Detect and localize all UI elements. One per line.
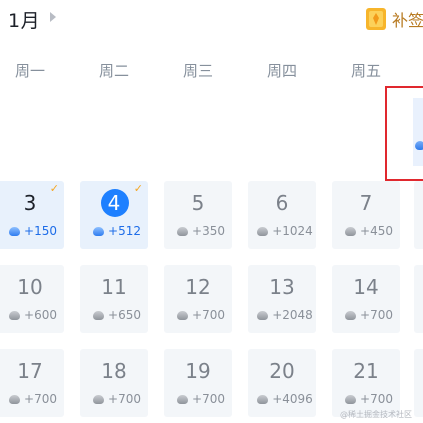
sign-in-calendar: 1月 补签 周一 周二 周三 周四 周五 3 +150 ✓ 4 +512 ✓ 5 +350 6 +… [0, 0, 423, 423]
reward-amount: +600 [2, 308, 64, 322]
day-cell[interactable]: 21 +700 [332, 349, 400, 417]
day-cell[interactable]: 3 +150 ✓ [0, 181, 64, 249]
ore-icon [415, 141, 423, 150]
reward-value: +4096 [272, 392, 313, 406]
day-number: 5 [191, 191, 205, 215]
watermark: @稀土掘金技术社区 [340, 410, 412, 419]
day-cell[interactable]: 4 +512 ✓ [80, 181, 148, 249]
check-icon: ✓ [49, 182, 59, 195]
reward-value: +512 [108, 224, 141, 238]
day-cell[interactable]: 11 +650 [80, 265, 148, 333]
reward-value: +450 [360, 224, 393, 238]
ore-icon [257, 226, 269, 236]
weekday-wed: 周三 [182, 62, 213, 80]
reward-value: +350 [192, 224, 225, 238]
ore-icon [345, 310, 357, 320]
day-number: 6 [275, 191, 289, 215]
reward-value: +700 [192, 308, 225, 322]
ore-icon [9, 226, 21, 236]
reward-amount: +700 [170, 392, 232, 406]
reward-amount: +150 [2, 224, 64, 238]
day-cell[interactable]: 12 +700 [164, 265, 232, 333]
reward-value: +700 [192, 392, 225, 406]
day-cell[interactable]: 7 +450 [332, 181, 400, 249]
day-number: 18 [101, 359, 127, 383]
reward-amount: +512 [86, 224, 148, 238]
ore-icon [177, 394, 189, 404]
reward-amount: +700 [170, 308, 232, 322]
day-cell[interactable]: 17 +700 [0, 349, 64, 417]
supplement-label: 补签 [392, 11, 423, 30]
reward-amount: +4096 [254, 392, 316, 406]
day-cell[interactable]: 20 +4096 [248, 349, 316, 417]
day-cell[interactable]: 14 +700 [332, 265, 400, 333]
ore-icon [9, 394, 21, 404]
card-icon [366, 8, 386, 30]
reward-amount: +350 [170, 224, 232, 238]
day-cell[interactable]: 13 +2048 [248, 265, 316, 333]
supplement-button[interactable]: 补签 [365, 7, 423, 31]
ore-icon [9, 310, 21, 320]
reward-amount: +2048 [254, 308, 316, 322]
day-number: 21 [353, 359, 379, 383]
reward-amount: +700 [86, 392, 148, 406]
ore-icon [345, 394, 357, 404]
ore-icon [93, 394, 105, 404]
day-cell[interactable]: 18 +700 [80, 349, 148, 417]
reward-amount: +1024 [254, 224, 316, 238]
day-cell[interactable]: 19 +700 [164, 349, 232, 417]
reward-amount: +700 [338, 392, 400, 406]
day-number: 14 [353, 275, 379, 299]
day-number: 17 [17, 359, 43, 383]
ore-icon [177, 310, 189, 320]
day-cell-partial[interactable] [414, 181, 423, 249]
reward-value: +700 [360, 308, 393, 322]
day-number: 13 [269, 275, 295, 299]
reward-amount: +700 [338, 308, 400, 322]
day-cell[interactable]: 10 +600 [0, 265, 64, 333]
ore-icon [257, 310, 269, 320]
weekday-mon: 周一 [14, 62, 45, 80]
day-cell[interactable]: 6 +1024 [248, 181, 316, 249]
day-number: 11 [101, 275, 127, 299]
ore-icon [345, 226, 357, 236]
reward-amount: +450 [338, 224, 400, 238]
highlighted-day-card-inner [413, 98, 423, 166]
ore-icon [93, 310, 105, 320]
reward-value: +700 [24, 392, 57, 406]
day-number: 20 [269, 359, 295, 383]
day-number: 12 [185, 275, 211, 299]
day-number: 10 [17, 275, 43, 299]
month-selector[interactable]: 1月 [8, 6, 40, 33]
day-cell-partial[interactable] [414, 265, 423, 333]
reward-value: +600 [24, 308, 57, 322]
weekday-fri: 周五 [350, 62, 381, 80]
reward-value: +700 [108, 392, 141, 406]
reward-value: +650 [108, 308, 141, 322]
ore-icon [257, 394, 269, 404]
day-cell[interactable]: 5 +350 [164, 181, 232, 249]
ore-icon [177, 226, 189, 236]
weekday-tue: 周二 [98, 62, 129, 80]
reward-value: +150 [24, 224, 57, 238]
day-number: 7 [359, 191, 373, 215]
day-cell-partial[interactable] [414, 349, 423, 417]
reward-amount: +700 [2, 392, 64, 406]
weekday-thu: 周四 [266, 62, 297, 80]
reward-value: +700 [360, 392, 393, 406]
reward-amount: +650 [86, 308, 148, 322]
ore-icon [93, 226, 105, 236]
reward-value: +1024 [272, 224, 313, 238]
day-number: 4 [107, 191, 121, 215]
reward-value: +2048 [272, 308, 313, 322]
chevron-right-icon[interactable] [50, 12, 56, 22]
day-number: 19 [185, 359, 211, 383]
